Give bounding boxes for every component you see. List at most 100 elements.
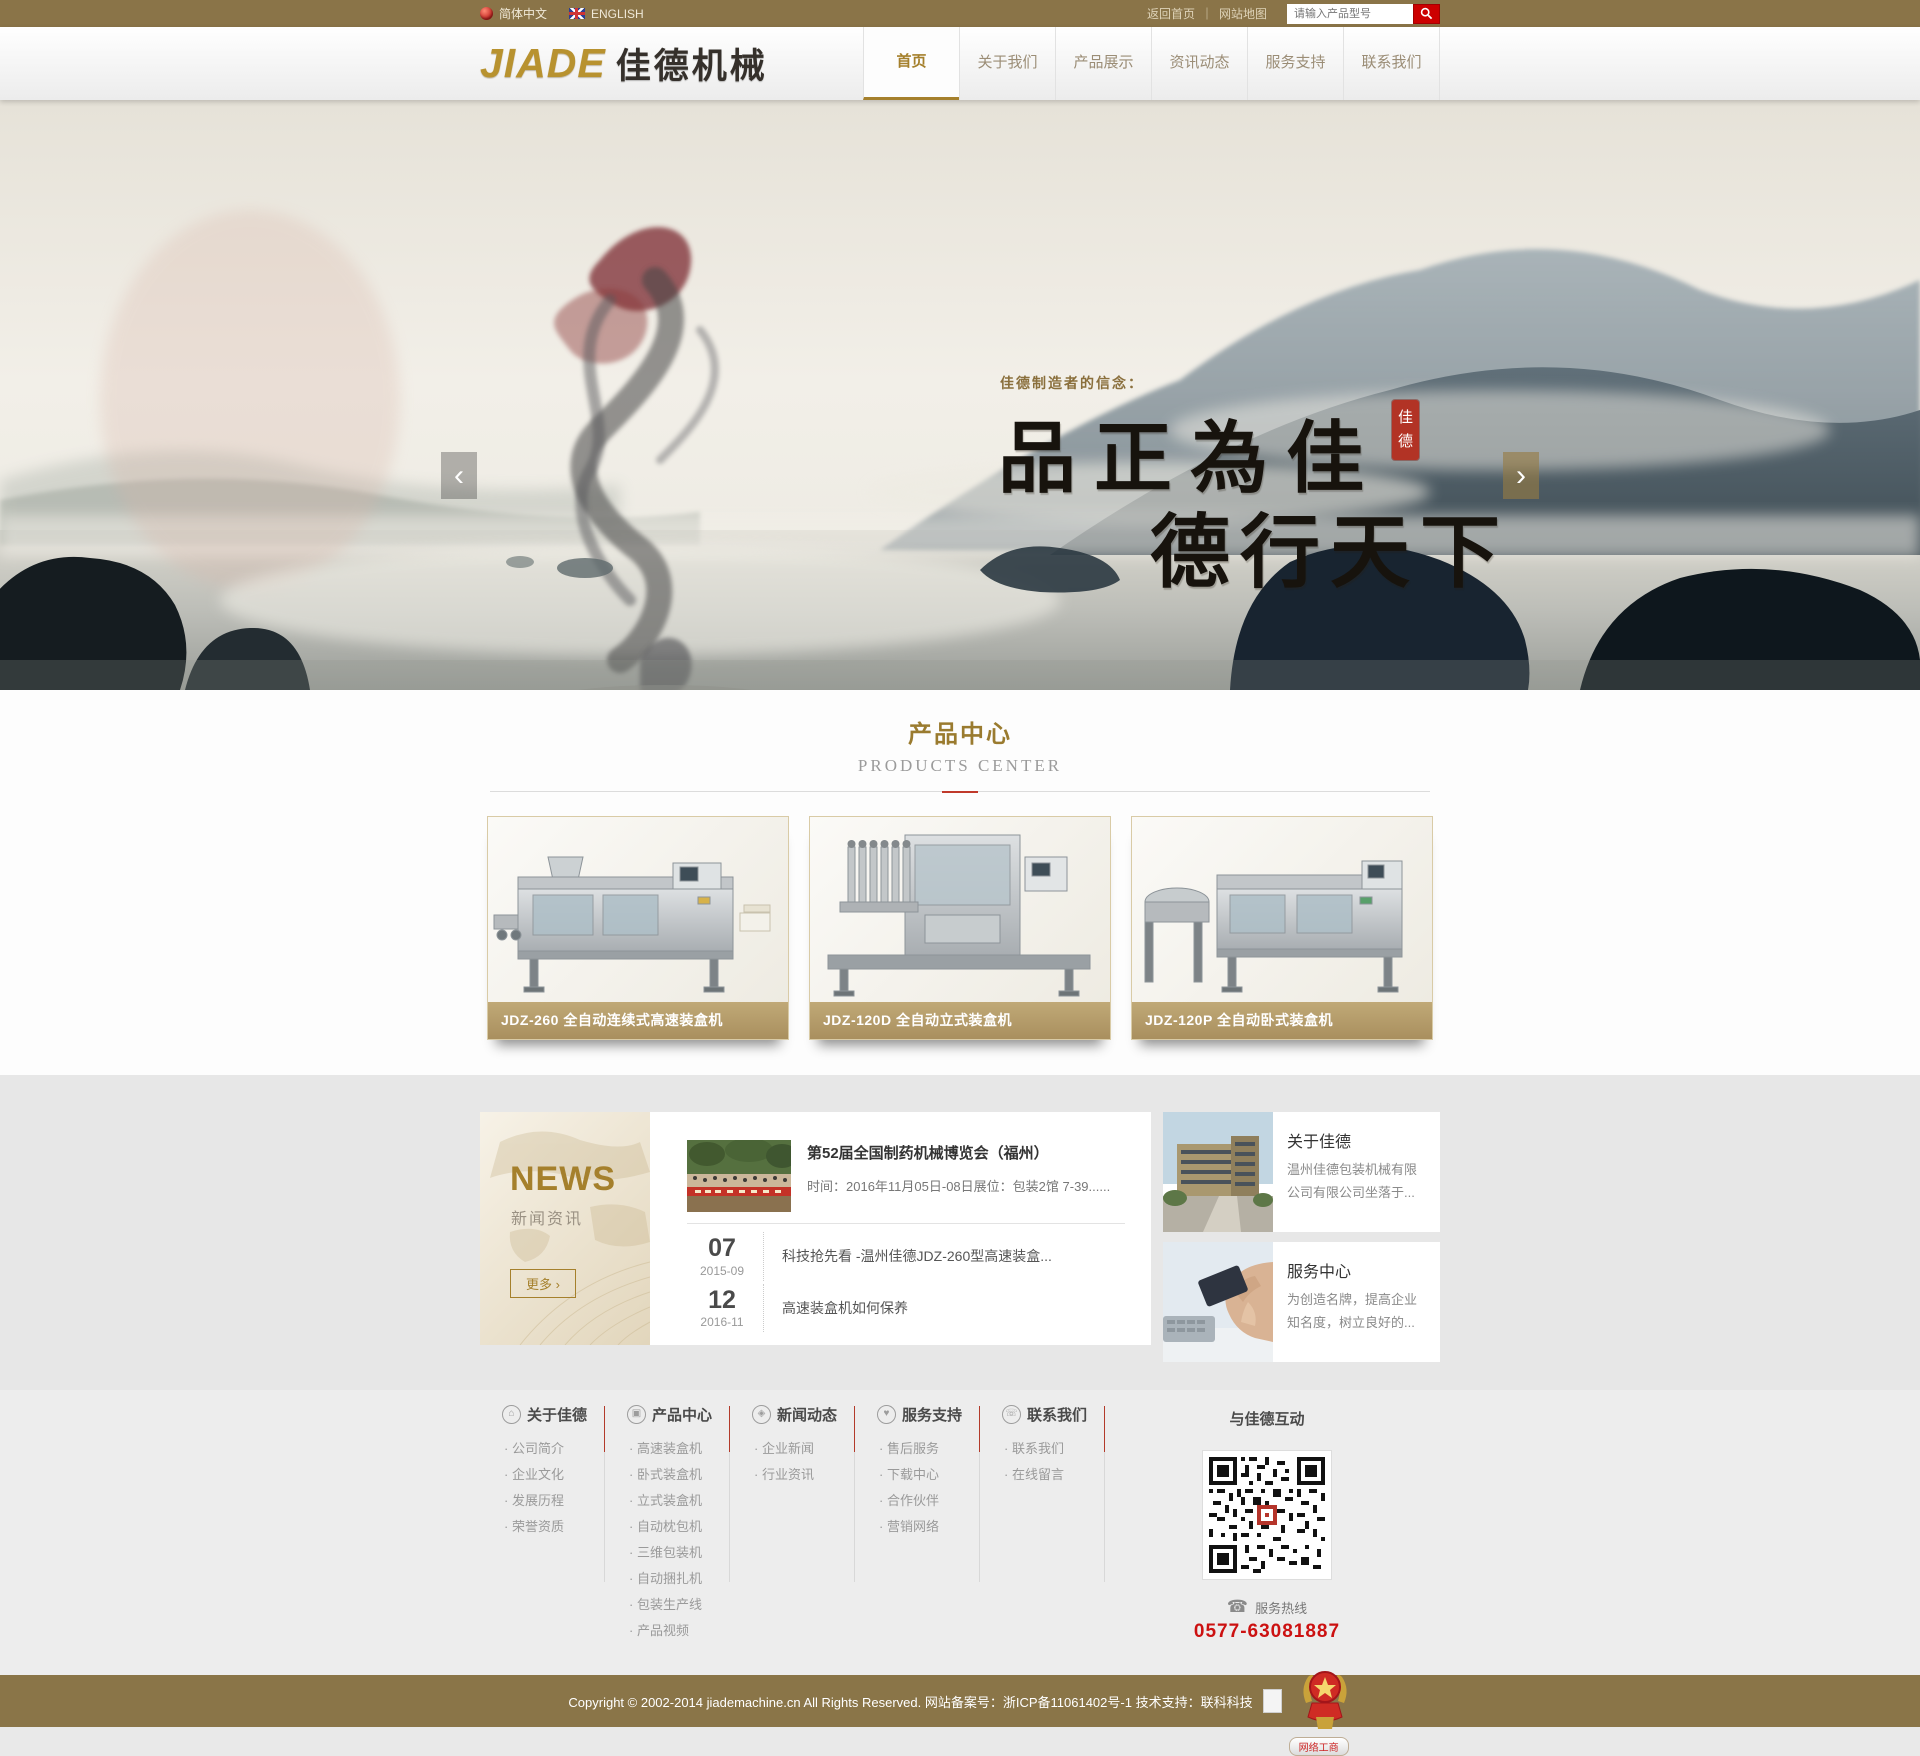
hotline-number: 0577-63081887 [1147,1621,1387,1643]
footer-link[interactable]: 荣誉资质 [504,1514,604,1540]
footer-col-products: ▣产品中心 高速装盒机 卧式装盒机 立式装盒机 自动枕包机 三维包装机 自动捆扎… [605,1403,729,1644]
seal-char-1: 佳 [1398,406,1413,430]
wechat-qr-code [1203,1451,1331,1579]
nav-item-home[interactable]: 首页 [863,27,959,100]
company-logo[interactable]: JIADE 佳德机械 [480,27,768,100]
news-day: 12 [687,1287,757,1315]
footer-col-contact-title[interactable]: ☏联系我们 [980,1403,1104,1425]
news-date-block: 07 2015-09 [687,1232,764,1281]
product-card-jdz120p[interactable]: JDZ-120P 全自动卧式装盒机 [1131,816,1433,1040]
product-name-bar[interactable]: JDZ-120P 全自动卧式装盒机 [1132,1002,1432,1039]
nav-item-service[interactable]: 服务支持 [1247,27,1343,100]
news-divider [687,1223,1125,1224]
lang-en-label: ENGLISH [591,7,644,21]
info-sidebar: 关于佳德 温州佳德包装机械有限公司有限公司坐落于... [1163,1112,1440,1372]
box-icon: ▣ [627,1405,646,1424]
service-card[interactable]: 服务中心 为创造名牌，提高企业知名度，树立良好的... [1163,1242,1440,1362]
product-image-jdz120d [810,817,1110,1002]
logo-latin: JIADE [480,40,606,87]
site-header: JIADE 佳德机械 首页 关于我们 产品展示 资讯动态 服务支持 联系我们 [0,27,1920,100]
news-list-item[interactable]: 12 2016-11 高速装盒机如何保养 [687,1284,1125,1333]
footer-link[interactable]: 卧式装盒机 [629,1462,729,1488]
topbar-divider: ｜ [1201,5,1213,22]
heart-icon: ♥ [877,1405,896,1424]
company-building-photo [1163,1112,1273,1232]
interact-block: 与佳德互动 [1147,1403,1387,1644]
featured-news-item[interactable]: 第52届全国制药机械博览会（福州） 时间：2016年11月05日-08日展位：包… [687,1140,1125,1212]
globe-icon: ◈ [752,1405,771,1424]
product-search [1287,4,1440,24]
banner-next-arrow[interactable]: › [1503,452,1539,499]
search-button[interactable] [1413,4,1440,24]
footer-link[interactable]: 三维包装机 [629,1540,729,1566]
nav-item-about[interactable]: 关于我们 [959,27,1055,100]
nav-item-news[interactable]: 资讯动态 [1151,27,1247,100]
footer-link[interactable]: 下载中心 [879,1462,979,1488]
products-section: 产品中心 PRODUCTS CENTER [0,690,1920,1075]
phone-icon: ☏ [1002,1405,1021,1424]
product-card-jdz260[interactable]: JDZ-260 全自动连续式高速装盒机 [487,816,789,1040]
nav-item-contact[interactable]: 联系我们 [1343,27,1440,100]
product-card-jdz120d[interactable]: JDZ-120D 全自动立式装盒机 [809,816,1111,1040]
search-icon [1420,7,1433,20]
hotline-phone-icon: ☎ [1227,1597,1248,1617]
back-home-link[interactable]: 返回首页 [1147,5,1195,22]
banner-calligraphy-line2: 德行天下 [1150,488,1510,604]
news-panel: NEWS 新闻资讯 更多 › [480,1112,1151,1345]
about-card-text: 温州佳德包装机械有限公司有限公司坐落于... [1287,1159,1428,1205]
news-item-title[interactable]: 高速装盒机如何保养 [782,1298,908,1318]
product-name-bar[interactable]: JDZ-260 全自动连续式高速装盒机 [488,1002,788,1039]
footer-link[interactable]: 行业资讯 [754,1462,854,1488]
footer-col-news-title[interactable]: ◈新闻动态 [730,1403,854,1425]
footer-link[interactable]: 营销网络 [879,1514,979,1540]
footer-link[interactable]: 企业文化 [504,1462,604,1488]
footer-link[interactable]: 公司简介 [504,1436,604,1462]
hotline-label: 服务热线 [1255,1598,1307,1617]
about-card[interactable]: 关于佳德 温州佳德包装机械有限公司有限公司坐落于... [1163,1112,1440,1232]
footer-link[interactable]: 联系我们 [1004,1436,1104,1462]
footer-link[interactable]: 包装生产线 [629,1592,729,1618]
footer-link[interactable]: 高速装盒机 [629,1436,729,1462]
nav-item-products[interactable]: 产品展示 [1055,27,1151,100]
footer-link[interactable]: 在线留言 [1004,1462,1104,1488]
footer-col-products-title[interactable]: ▣产品中心 [605,1403,729,1425]
featured-news-title[interactable]: 第52届全国制药机械博览会（福州） [807,1142,1110,1163]
sitemap-link[interactable]: 网站地图 [1219,5,1267,22]
featured-news-photo [687,1140,791,1212]
banner-prev-arrow[interactable]: ‹ [441,452,477,499]
footer-link[interactable]: 售后服务 [879,1436,979,1462]
news-item-title[interactable]: 科技抢先看 -温州佳德JDZ-260型高速装盒... [782,1246,1052,1266]
news-list-item[interactable]: 07 2015-09 科技抢先看 -温州佳德JDZ-260型高速装盒... [687,1232,1125,1281]
news-day: 07 [687,1235,757,1263]
footer-col-service-title[interactable]: ♥服务支持 [855,1403,979,1425]
footer-link[interactable]: 产品视频 [629,1618,729,1644]
red-seal-stamp: 佳 德 [1392,400,1419,460]
footer-col-news: ◈新闻动态 企业新闻 行业资讯 [730,1403,854,1644]
section-divider [490,791,1430,792]
gov-badge-label[interactable]: 网络工商 [1289,1737,1349,1756]
lang-switch-chinese[interactable]: 简体中文 [480,5,547,22]
footer-link[interactable]: 自动捆扎机 [629,1566,729,1592]
news-date: 2016-11 [687,1315,757,1329]
footer-link[interactable]: 发展历程 [504,1488,604,1514]
copyright-text: Copyright © 2002-2014 jiademachine.cn Al… [568,1692,1252,1711]
china-flag-icon [480,7,493,20]
products-subtitle: PRODUCTS CENTER [480,756,1440,776]
lang-switch-english[interactable]: ENGLISH [569,7,644,21]
footer-link[interactable]: 自动枕包机 [629,1514,729,1540]
service-card-title[interactable]: 服务中心 [1287,1258,1428,1282]
service-card-text: 为创造名牌，提高企业知名度，树立良好的... [1287,1289,1428,1335]
footer-col-about-title[interactable]: ⌂关于佳德 [480,1403,604,1425]
news-more-button[interactable]: 更多 › [510,1269,576,1298]
footer-link[interactable]: 合作伙伴 [879,1488,979,1514]
ink-landscape-painting [0,100,1920,690]
product-name-bar[interactable]: JDZ-120D 全自动立式装盒机 [810,1002,1110,1039]
footer-link[interactable]: 立式装盒机 [629,1488,729,1514]
search-input[interactable] [1287,4,1413,24]
about-card-title[interactable]: 关于佳德 [1287,1128,1428,1152]
footer-link[interactable]: 企业新闻 [754,1436,854,1462]
featured-news-meta: 时间：2016年11月05日-08日展位：包装2馆 7-39...... [807,1176,1110,1195]
products-title: 产品中心 [480,714,1440,749]
news-intro-block: NEWS 新闻资讯 更多 › [480,1112,650,1345]
news-block-title: NEWS [510,1160,650,1199]
